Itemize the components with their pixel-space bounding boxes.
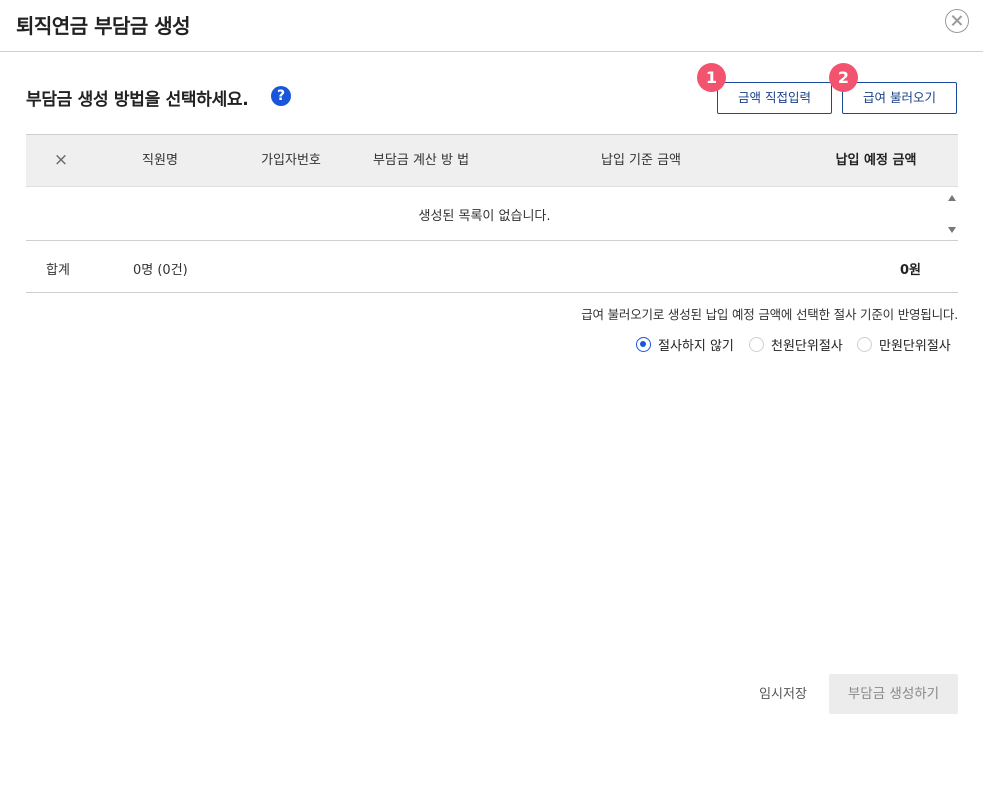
contribution-table: × 직원명 가입자번호 부담금 계산 방 법 납입 기준 금액 납입 예정 금액…: [26, 134, 958, 293]
temp-save-button[interactable]: 임시저장: [745, 676, 821, 714]
total-label: 합계: [46, 263, 70, 278]
radio-label: 천원단위절사: [771, 338, 843, 354]
radio-no-rounding[interactable]: 절사하지 않기: [636, 334, 734, 354]
header-employee-name: 직원명: [142, 152, 178, 168]
scroll-up-icon[interactable]: [948, 195, 956, 201]
radio-label: 만원단위절사: [879, 338, 951, 354]
radio-circle[interactable]: [749, 336, 764, 352]
step-badge-2: 2: [829, 63, 858, 92]
radio-ten-thousand-rounding[interactable]: 만원단위절사: [857, 334, 951, 354]
help-icon[interactable]: ?: [271, 86, 291, 106]
method-section-title: 부담금 생성 방법을 선택하세요.: [26, 90, 249, 110]
header-base-amount: 납입 기준 금액: [600, 152, 682, 168]
dialog-header: 퇴직연금 부담금 생성: [0, 0, 983, 52]
table-header: × 직원명 가입자번호 부담금 계산 방 법 납입 기준 금액 납입 예정 금액: [26, 134, 958, 187]
create-contribution-button[interactable]: 부담금 생성하기: [829, 674, 958, 714]
dialog-title: 퇴직연금 부담금 생성: [16, 14, 191, 38]
table-body: 생성된 목록이 없습니다.: [26, 187, 958, 241]
remove-all-icon[interactable]: ×: [44, 135, 78, 187]
radio-circle[interactable]: [857, 336, 872, 352]
load-salary-button[interactable]: 급여 불러오기: [842, 82, 957, 114]
header-member-number: 가입자번호: [261, 152, 321, 168]
total-amount: 0원: [899, 263, 921, 278]
rounding-radio-group: 절사하지 않기 천원단위절사 만원단위절사: [600, 334, 958, 354]
total-count: 0명 (0건): [133, 263, 188, 278]
close-icon[interactable]: [945, 9, 969, 33]
rounding-notice: 급여 불러오기로 생성된 납입 예정 금액에 선택한 절사 기준이 반영됩니다.: [581, 307, 958, 322]
step-badge-1: 1: [697, 63, 726, 92]
header-due-amount: 납입 예정 금액: [835, 152, 917, 168]
direct-input-button[interactable]: 금액 직접입력: [717, 82, 832, 114]
header-calc-method: 부담금 계산 방 법: [372, 152, 470, 168]
radio-thousand-rounding[interactable]: 천원단위절사: [749, 334, 843, 354]
radio-label: 절사하지 않기: [658, 338, 734, 354]
table-footer: 합계 0명 (0건) 0원: [26, 241, 958, 293]
scroll-down-icon[interactable]: [948, 227, 956, 233]
empty-message: 생성된 목록이 없습니다.: [418, 209, 551, 224]
radio-circle[interactable]: [636, 336, 651, 352]
